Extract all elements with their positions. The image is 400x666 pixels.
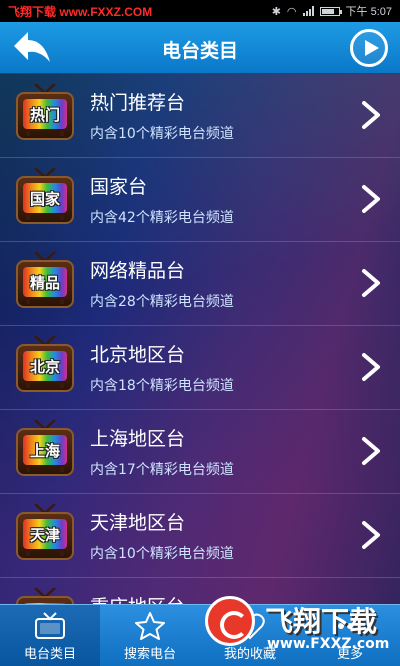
chevron-right-icon: [362, 521, 380, 549]
category-description: 内含18个精彩电台频道: [90, 378, 234, 394]
tv-icon: 上海: [16, 420, 74, 480]
status-icons: ✱ ◠ 下午 5:07: [272, 3, 392, 19]
now-playing-button[interactable]: [350, 29, 388, 67]
clock-text: 下午 5:07: [345, 6, 392, 18]
tab-favorites[interactable]: 我的收藏: [200, 605, 300, 666]
heart-icon: [235, 613, 265, 640]
category-name: 重庆地区台: [90, 592, 185, 604]
list-item[interactable]: 北京 北京地区台 内含18个精彩电台频道: [0, 326, 400, 410]
category-name: 北京地区台: [90, 344, 186, 366]
play-icon: [365, 40, 379, 56]
tv-icon: [35, 612, 65, 639]
chevron-right-icon: [362, 269, 380, 297]
chevron-right-icon: [362, 353, 380, 381]
category-badge: 精品: [29, 273, 60, 292]
app-header: 电台类目: [0, 22, 400, 74]
category-description: 内含10个精彩电台频道: [90, 126, 234, 142]
status-watermark-text: 飞翔下载 www.FXXZ.COM: [8, 4, 153, 19]
list-item[interactable]: 天津 天津地区台 内含10个精彩电台频道: [0, 494, 400, 578]
category-name: 热门推荐台: [90, 92, 186, 114]
category-description: 内含17个精彩电台频道: [90, 462, 234, 478]
category-badge: 国家: [29, 189, 60, 208]
list-item[interactable]: 精品 网络精品台 内含28个精彩电台频道: [0, 242, 400, 326]
status-bar: 飞翔下载 www.FXXZ.COM ✱ ◠ 下午 5:07: [0, 0, 400, 22]
bottom-tab-bar: 电台类目 搜索电台 我的收藏 更多: [0, 604, 400, 666]
chevron-right-icon: [362, 101, 380, 129]
tv-icon: 重庆: [16, 588, 74, 604]
category-name: 天津地区台: [90, 512, 186, 534]
bluetooth-icon: ✱: [271, 5, 281, 18]
tab-label: 我的收藏: [223, 647, 276, 662]
category-description: 内含42个精彩电台频道: [90, 210, 234, 226]
tab-label: 搜索电台: [123, 647, 176, 662]
signal-icon: [302, 6, 314, 16]
page-title: 电台类目: [161, 40, 238, 62]
tv-icon: 热门: [16, 84, 74, 144]
tab-label: 电台类目: [23, 647, 76, 662]
category-badge: 天津: [29, 525, 60, 544]
list-item[interactable]: 国家 国家台 内含42个精彩电台频道: [0, 158, 400, 242]
category-description: 内含10个精彩电台频道: [90, 546, 234, 562]
category-badge: 北京: [29, 357, 60, 376]
list-item[interactable]: 重庆 重庆地区台: [0, 578, 400, 604]
category-list[interactable]: 热门 热门推荐台 内含10个精彩电台频道 国家 国家台 内含42个精彩电台频道 …: [0, 74, 400, 604]
tab-label: 更多: [336, 647, 363, 662]
tv-icon: 精品: [16, 252, 74, 312]
category-badge: 热门: [29, 105, 60, 124]
tab-search[interactable]: 搜索电台: [100, 605, 200, 666]
category-description: 内含28个精彩电台频道: [90, 294, 234, 310]
tv-icon: 天津: [16, 504, 74, 564]
tab-categories[interactable]: 电台类目: [0, 605, 100, 666]
category-name: 网络精品台: [90, 260, 186, 282]
category-badge: 上海: [29, 441, 60, 460]
category-name: 国家台: [90, 176, 148, 198]
list-item[interactable]: 热门 热门推荐台 内含10个精彩电台频道: [0, 74, 400, 158]
chevron-right-icon: [362, 437, 380, 465]
wifi-icon: ◠: [286, 5, 297, 18]
star-icon: [135, 612, 165, 640]
more-icon: [338, 623, 362, 629]
battery-icon: [319, 6, 342, 16]
tv-icon: 北京: [16, 336, 74, 396]
tab-more[interactable]: 更多: [300, 605, 400, 666]
list-item[interactable]: 上海 上海地区台 内含17个精彩电台频道: [0, 410, 400, 494]
tv-icon: 国家: [16, 168, 74, 228]
category-name: 上海地区台: [90, 428, 186, 450]
chevron-right-icon: [362, 185, 380, 213]
